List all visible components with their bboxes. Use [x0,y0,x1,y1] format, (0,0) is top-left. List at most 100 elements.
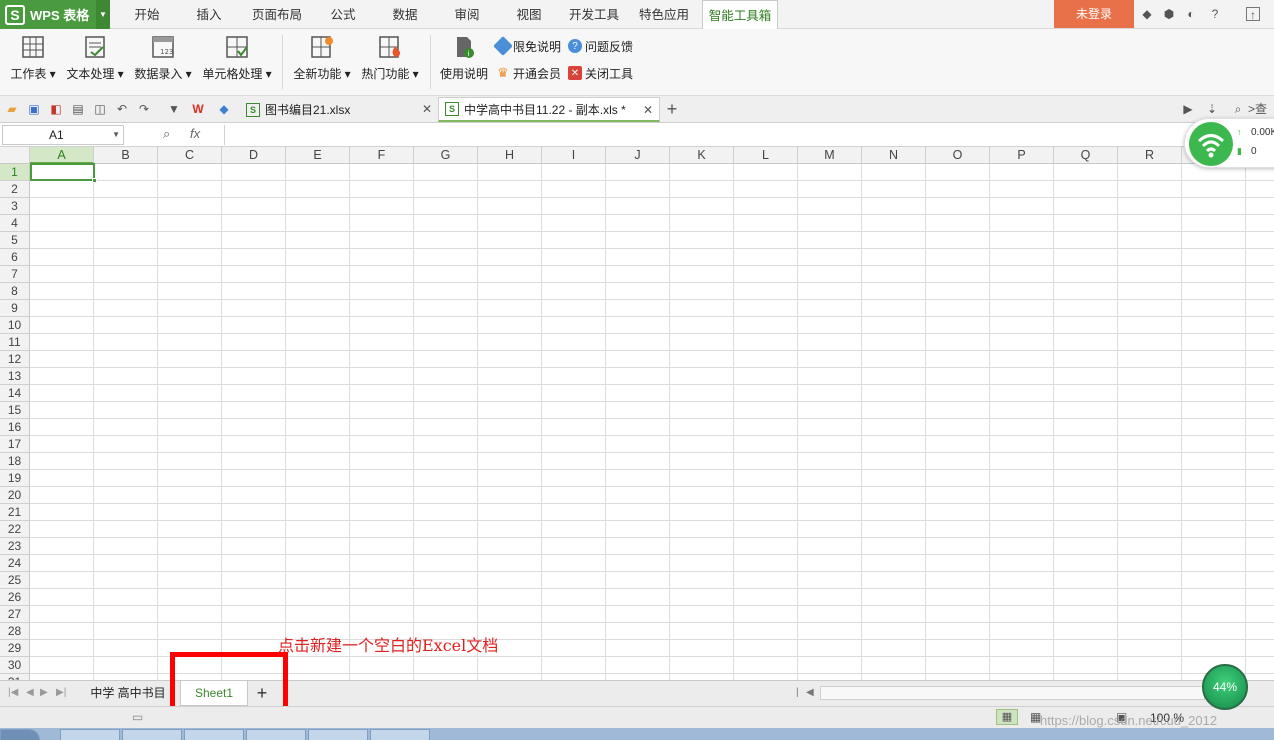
new-tab-plus-icon[interactable]: + [664,100,680,118]
tab-review[interactable]: 审阅 [440,0,494,29]
row-header[interactable]: 3 [0,198,30,215]
fill-handle[interactable] [92,178,97,183]
print-icon[interactable]: ▤ [70,101,86,117]
column-header[interactable]: R [1118,147,1182,164]
print-preview-icon[interactable]: ◫ [92,101,108,117]
start-button[interactable] [0,729,40,740]
column-header[interactable]: Q [1054,147,1118,164]
column-header[interactable]: C [158,147,222,164]
row-header[interactable]: 18 [0,453,30,470]
wps-w-icon[interactable]: W [190,101,206,117]
row-header[interactable]: 29 [0,640,30,657]
hot-features-button[interactable]: 热门功能 ▾ [358,33,422,91]
row-header[interactable]: 22 [0,521,30,538]
doc-tab-catalog[interactable]: S 图书编目21.xlsx ✕ [240,97,438,122]
column-header[interactable]: O [926,147,990,164]
last-sheet-icon[interactable]: ▶| [56,687,66,698]
taskbar-app-2[interactable] [122,729,182,740]
taskbar-app-3[interactable] [184,729,244,740]
row-header[interactable]: 2 [0,181,30,198]
undo-icon[interactable]: ↶ [114,101,130,117]
column-header[interactable]: G [414,147,478,164]
row-header[interactable]: 5 [0,232,30,249]
name-box[interactable]: A1 ▼ [2,125,124,145]
settings-icon[interactable]: ⬢ [1162,7,1176,21]
function-icon[interactable]: fx [190,126,200,141]
row-header[interactable]: 20 [0,487,30,504]
close-icon[interactable]: ✕ [422,102,432,116]
text-processing-button[interactable]: 文本处理 ▾ [64,33,126,91]
row-header[interactable]: 12 [0,351,30,368]
row-header[interactable]: 24 [0,555,30,572]
taskbar-app-1[interactable] [60,729,120,740]
cube-icon[interactable]: ◆ [216,101,232,117]
search-label[interactable]: >查 [1248,101,1274,117]
row-header[interactable]: 23 [0,538,30,555]
data-entry-button[interactable]: 123 数据录入 ▾ [132,33,194,91]
column-header[interactable]: F [350,147,414,164]
close-icon[interactable]: ✕ [643,103,653,117]
window-restore-icon[interactable]: ↑ [1246,7,1260,22]
share-icon[interactable]: ◐ [1184,7,1198,21]
cell-processing-button[interactable]: 单元格处理 ▾ [200,33,274,91]
skin-icon[interactable]: ◆ [1140,7,1154,21]
row-header[interactable]: 4 [0,215,30,232]
doc-tab-highschool[interactable]: S 中学高中书目11.22 - 副本.xls * ✕ [438,97,660,122]
row-header[interactable]: 14 [0,385,30,402]
column-header[interactable]: D [222,147,286,164]
help-icon[interactable]: ? [1208,7,1222,21]
chevron-down-icon[interactable]: ▼ [112,126,120,144]
free-info-button[interactable]: 限免说明 [493,36,561,56]
save-icon[interactable]: ▣ [26,101,42,117]
column-header[interactable]: K [670,147,734,164]
column-header[interactable]: M [798,147,862,164]
row-header[interactable]: 28 [0,623,30,640]
tab-special[interactable]: 特色应用 [632,0,696,29]
tab-developer[interactable]: 开发工具 [562,0,626,29]
row-header[interactable]: 19 [0,470,30,487]
row-header[interactable]: 9 [0,300,30,317]
column-header[interactable]: P [990,147,1054,164]
instructions-button[interactable]: i 使用说明 [436,33,492,91]
export-pdf-icon[interactable]: ◧ [48,101,64,117]
normal-view-icon[interactable]: ▦ [996,709,1018,725]
login-button[interactable]: 未登录 [1054,0,1134,28]
customize-dropdown-icon[interactable]: ▼ [166,101,182,117]
column-header[interactable]: J [606,147,670,164]
tab-smart-toolbox[interactable]: 智能工具箱 [702,0,778,30]
row-header[interactable]: 1 [0,164,30,181]
row-header[interactable]: 13 [0,368,30,385]
row-header[interactable]: 15 [0,402,30,419]
column-header[interactable]: A [30,147,94,164]
new-features-button[interactable]: 全新功能 ▾ [290,33,354,91]
column-header[interactable]: N [862,147,926,164]
worksheet-button[interactable]: 工作表 ▾ [6,33,60,91]
first-sheet-icon[interactable]: |◀ [8,687,18,698]
row-header[interactable]: 25 [0,572,30,589]
taskbar-app-5[interactable] [308,729,368,740]
feedback-button[interactable]: ? 问题反馈 [568,37,633,55]
row-header[interactable]: 11 [0,334,30,351]
taskbar-app-4[interactable] [246,729,306,740]
column-header[interactable]: E [286,147,350,164]
selected-cell-a1[interactable] [30,163,97,183]
column-header[interactable]: B [94,147,158,164]
page-icon[interactable]: ▭ [132,710,143,724]
column-header[interactable]: I [542,147,606,164]
select-all-corner[interactable] [0,147,30,164]
close-tool-button[interactable]: ✕ 关闭工具 [568,64,633,82]
row-header[interactable]: 17 [0,436,30,453]
redo-icon[interactable]: ↷ [136,101,152,117]
tab-page-layout[interactable]: 页面布局 [242,0,312,29]
row-header[interactable]: 27 [0,606,30,623]
tab-insert[interactable]: 插入 [180,0,238,29]
row-header[interactable]: 10 [0,317,30,334]
vip-button[interactable]: ♛ 开通会员 [496,64,561,82]
sort-icon[interactable]: ⇣ [1204,101,1220,117]
performance-badge[interactable]: 44% [1202,664,1248,710]
next-sheet-icon[interactable]: ▶ [40,687,48,698]
row-header[interactable]: 8 [0,283,30,300]
tab-formula[interactable]: 公式 [316,0,370,29]
row-header[interactable]: 7 [0,266,30,283]
horizontal-scrollbar[interactable] [820,686,1205,700]
